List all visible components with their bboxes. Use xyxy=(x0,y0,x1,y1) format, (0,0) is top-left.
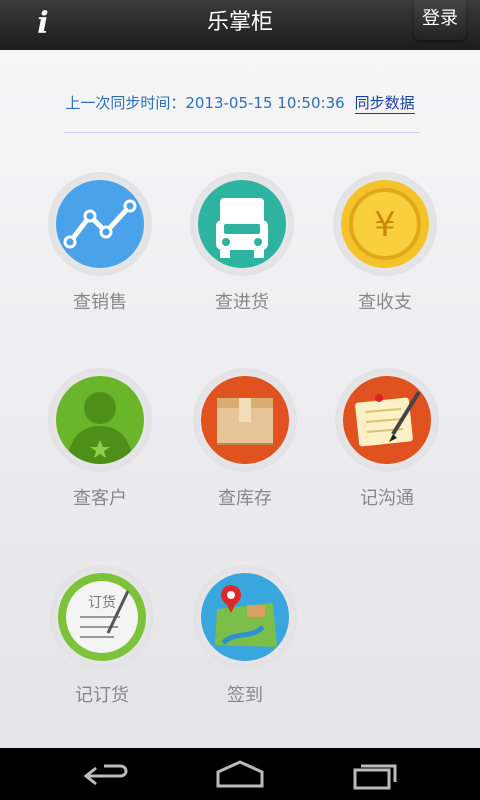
line-chart-icon xyxy=(56,180,144,268)
order-list-icon: 订货 xyxy=(58,573,146,661)
tile-label-checkin: 签到 xyxy=(227,685,263,706)
app-screen: i 乐掌柜 登录 上一次同步时间：2013-05-15 10:50:36 同步数据… xyxy=(0,0,480,800)
tile-order[interactable]: 订货 记订货 xyxy=(37,565,167,715)
tile-halo: 订货 xyxy=(50,565,154,669)
tile-customer[interactable]: 查客户 xyxy=(35,368,165,518)
sync-time: 2013-05-15 10:50:36 xyxy=(185,94,345,112)
box-icon xyxy=(201,376,289,464)
tile-purchase[interactable]: 查进货 xyxy=(177,172,307,322)
system-nav-bar xyxy=(0,748,480,800)
tile-label-finance: 查收支 xyxy=(358,292,412,313)
notepad-icon xyxy=(343,376,431,464)
tile-finance[interactable]: ¥ 查收支 xyxy=(320,172,450,322)
tile-inventory[interactable]: 查库存 xyxy=(180,368,310,518)
customer-icon xyxy=(56,376,144,464)
top-bar: i 乐掌柜 登录 xyxy=(0,0,480,50)
yen-coin-icon: ¥ xyxy=(341,180,429,268)
tile-halo xyxy=(193,368,297,472)
svg-text:¥: ¥ xyxy=(374,205,396,245)
tile-label-order: 记订货 xyxy=(75,685,129,706)
tile-sales[interactable]: 查销售 xyxy=(35,172,165,322)
tile-halo xyxy=(335,368,439,472)
app-title: 乐掌柜 xyxy=(206,10,273,35)
tile-label-communication: 记沟通 xyxy=(360,488,414,509)
home-icon[interactable] xyxy=(210,758,270,790)
tile-label-purchase: 查进货 xyxy=(215,292,269,313)
tile-label-sales: 查销售 xyxy=(73,292,127,313)
sync-data-link[interactable]: 同步数据 xyxy=(354,94,415,114)
sync-label: 上一次同步时间： xyxy=(65,94,186,112)
tile-halo: ¥ xyxy=(333,172,437,276)
sync-status: 上一次同步时间：2013-05-15 10:50:36 同步数据 xyxy=(0,92,480,118)
map-pin-icon xyxy=(201,573,289,661)
tile-checkin[interactable]: 签到 xyxy=(180,565,310,715)
tile-halo xyxy=(193,565,297,669)
back-icon[interactable] xyxy=(78,758,138,790)
tile-halo xyxy=(48,368,152,472)
login-button[interactable]: 登录 xyxy=(414,0,466,40)
truck-icon xyxy=(198,180,286,268)
tile-halo xyxy=(48,172,152,276)
tile-label-inventory: 查库存 xyxy=(218,488,272,509)
tile-halo xyxy=(190,172,294,276)
tile-label-customer: 查客户 xyxy=(73,488,127,509)
recent-apps-icon[interactable] xyxy=(345,758,405,790)
tile-communication[interactable]: 记沟通 xyxy=(322,368,452,518)
order-icon-text: 订货 xyxy=(88,594,116,611)
divider xyxy=(64,132,420,133)
